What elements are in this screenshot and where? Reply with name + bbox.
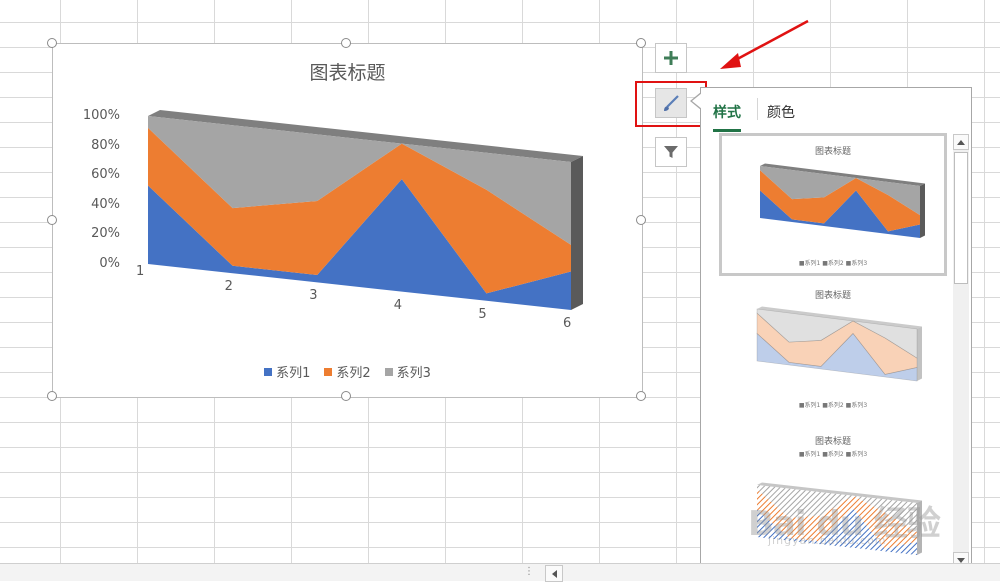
chart-filters-button[interactable] (655, 137, 687, 167)
resize-handle-bm[interactable] (341, 391, 351, 401)
legend-item-2: 系列2 (324, 362, 371, 381)
resize-handle-ml[interactable] (47, 215, 57, 225)
chart-legend[interactable]: 系列1 系列2 系列3 (53, 362, 642, 381)
sheet-bottom-bar (0, 563, 1000, 581)
chart-area[interactable]: 图表标题 0% 20% 40% 60% 80% 100% 123456 系列1 系列2 系… (52, 43, 643, 398)
resize-handle-br[interactable] (636, 391, 646, 401)
legend-swatch-2 (324, 367, 333, 376)
plus-icon (664, 51, 678, 65)
annotation-arrow-icon (720, 19, 809, 69)
x-tick-label: 3 (309, 288, 318, 304)
style-thumbnail-2-legend: ■系列1 ■系列2 ■系列3 (798, 402, 868, 409)
funnel-icon (664, 146, 678, 158)
resize-handle-bl[interactable] (47, 391, 57, 401)
style-thumbnail-2-chart (756, 306, 922, 382)
resize-handle-mr[interactable] (636, 215, 646, 225)
legend-item-1: 系列1 (264, 362, 310, 381)
area-side-face (571, 156, 583, 310)
y-tick-label: 20% (91, 226, 120, 242)
tab-style[interactable]: 样式 (713, 96, 741, 132)
legend-swatch-1 (264, 367, 273, 376)
resize-handle-tl[interactable] (47, 38, 57, 48)
panel-scrollbar[interactable] (953, 134, 969, 568)
resize-handle-tm[interactable] (341, 38, 351, 48)
legend-label-3: 系列3 (396, 366, 431, 381)
style-thumbnail-2[interactable]: 图表标题 ■系列1 ■系列2 ■系列3 (719, 283, 947, 415)
style-thumbnail-1-chart (760, 163, 925, 238)
scroll-down-icon (957, 557, 965, 563)
tab-divider (757, 98, 758, 120)
style-thumbnail-1-legend: ■系列1 ■系列2 ■系列3 (798, 260, 868, 267)
y-tick-label: 40% (91, 196, 120, 212)
scroll-left-button[interactable] (545, 565, 563, 582)
resize-handle-tr[interactable] (636, 38, 646, 48)
area-side-face (917, 326, 922, 381)
scrollbar-thumb[interactable] (954, 152, 968, 284)
x-tick-label: 4 (393, 297, 403, 313)
y-tick-label: 60% (91, 167, 120, 183)
scroll-up-icon (957, 139, 965, 145)
legend-item-3: 系列3 (384, 362, 431, 381)
watermark-url: jingyan.baidu.com (768, 534, 887, 547)
y-tick-label: 0% (99, 256, 120, 271)
panel-tabs: 样式 颜色 (713, 96, 795, 132)
legend-label-2: 系列2 (336, 366, 371, 381)
style-thumbnail-1[interactable]: 图表标题 ■系列1 ■系列2 ■系列3 (719, 133, 947, 276)
panel-pointer-inner (692, 93, 702, 109)
chart-elements-button[interactable] (655, 43, 687, 73)
x-tick-label: 6 (563, 316, 572, 331)
area-side-face (920, 183, 925, 238)
y-tick-label: 80% (91, 137, 120, 153)
x-tick-label: 2 (224, 279, 233, 295)
scroll-up-button[interactable] (953, 134, 969, 150)
scroll-left-icon (551, 569, 557, 578)
legend-label-1: 系列1 (276, 366, 311, 381)
chart-plot[interactable] (53, 44, 642, 397)
x-tick-label: 5 (478, 306, 487, 322)
tab-color[interactable]: 颜色 (767, 96, 795, 130)
legend-swatch-3 (384, 367, 393, 376)
splitter-handle[interactable]: ⋮ (524, 566, 534, 578)
baidu-watermark: Bai du 经验 jingyan.baidu.com (748, 496, 948, 556)
y-tick-label: 100% (82, 108, 120, 123)
x-tick-label: 1 (136, 264, 145, 279)
